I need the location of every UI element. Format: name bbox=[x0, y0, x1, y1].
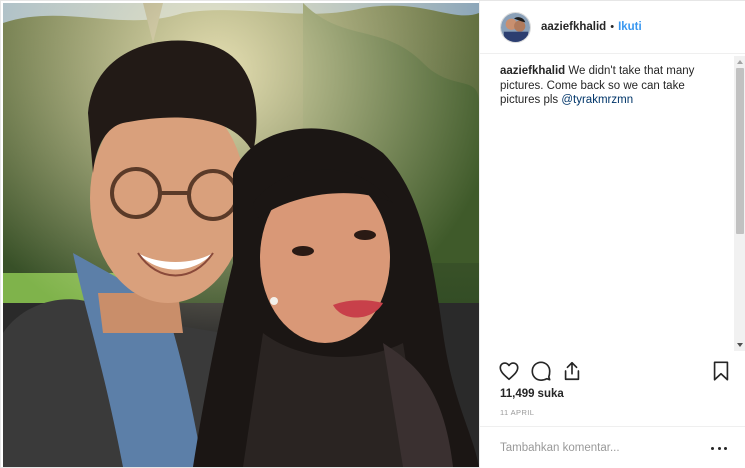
dot-icon bbox=[711, 446, 714, 450]
comments-scrollbar[interactable] bbox=[734, 56, 745, 351]
comment-input[interactable] bbox=[500, 441, 695, 454]
share-icon[interactable] bbox=[561, 360, 583, 382]
selfie-photo-image bbox=[3, 3, 479, 467]
bookmark-icon[interactable] bbox=[710, 360, 732, 382]
header-username[interactable]: aaziefkhalid bbox=[541, 21, 606, 33]
caption-mention[interactable]: @tyrakmrzmn bbox=[561, 94, 633, 106]
likes-number: 11,499 bbox=[500, 388, 535, 400]
post-actions bbox=[498, 358, 734, 384]
scroll-down-arrow-icon[interactable] bbox=[737, 343, 743, 347]
header-separator: • bbox=[610, 21, 615, 33]
post-header: aaziefkhalid • Ikuti bbox=[480, 1, 745, 54]
caption-username[interactable]: aaziefkhalid bbox=[500, 65, 565, 77]
caption: aaziefkhalid We didn't take that many pi… bbox=[500, 64, 726, 108]
post-date[interactable]: 11 APRIL bbox=[500, 408, 534, 417]
post-photo[interactable] bbox=[3, 3, 479, 467]
add-comment-section bbox=[480, 426, 745, 468]
instagram-post: aaziefkhalid • Ikuti aaziefkhalid We did… bbox=[0, 0, 745, 468]
avatar-image bbox=[501, 12, 530, 42]
dot-icon bbox=[717, 446, 721, 450]
follow-button[interactable]: Ikuti bbox=[618, 21, 642, 33]
scrollbar-thumb[interactable] bbox=[736, 68, 744, 234]
heart-icon[interactable] bbox=[498, 360, 520, 382]
comment-icon[interactable] bbox=[530, 360, 552, 382]
avatar[interactable] bbox=[500, 11, 531, 43]
scroll-up-arrow-icon[interactable] bbox=[737, 60, 743, 64]
dot-icon bbox=[724, 446, 727, 450]
ellipsis-icon[interactable] bbox=[711, 440, 727, 456]
likes-label: suka bbox=[537, 388, 564, 400]
post-side-panel: aaziefkhalid • Ikuti aaziefkhalid We did… bbox=[479, 1, 745, 468]
likes-count[interactable]: 11,499 suka bbox=[500, 388, 564, 400]
